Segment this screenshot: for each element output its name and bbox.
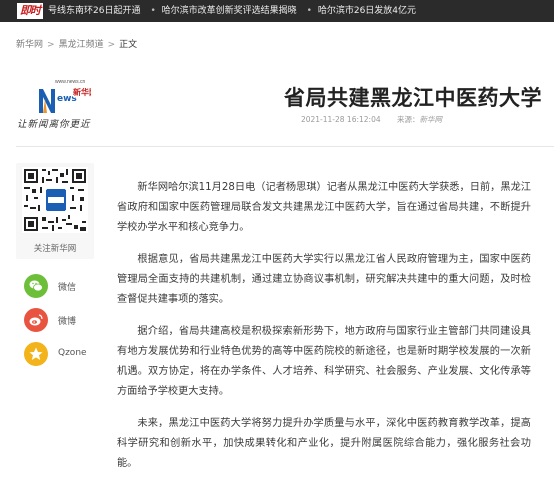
share-wechat-label: 微信 <box>58 283 77 293</box>
article-paragraph: 根据意见，省局共建黑龙江中医药大学实行以黑龙江省人民政府管理为主，国家中医药管理… <box>117 254 531 305</box>
ticker-items: 号线东南环26日起开通 • 哈尔滨市改革创新奖评选结果揭晓 • 哈尔滨市26日发放4… <box>48 0 426 22</box>
breadcrumb-separator: > <box>107 40 116 50</box>
breadcrumb-current: 正文 <box>119 40 138 50</box>
article-body: 新华网哈尔滨11月28日电（记者杨思琪）记者从黑龙江中医药大学获悉，日前，黑龙江… <box>117 178 531 486</box>
article-paragraph: 据介绍，省局共建高校是积极探索新形势下，地方政府与国家行业主管部门共同建设具有地… <box>117 326 531 397</box>
logo-url-text: www.news.cn <box>55 79 86 85</box>
ticker-item[interactable]: 号线东南环26日起开通 <box>48 0 140 22</box>
ticker-bullet-icon: • <box>306 6 312 16</box>
breadcrumb: 新华网 > 黑龙江频道 > 正文 <box>16 37 137 50</box>
source-label: 来源： <box>397 115 420 124</box>
qr-code-box: 关注新华网 <box>16 163 94 259</box>
ticker-bullet-icon: • <box>150 6 156 16</box>
qr-caption: 关注新华网 <box>33 244 77 254</box>
article-meta: 2021-11-28 16:12:04 来源：新华网 <box>301 114 442 125</box>
qzone-icon <box>24 342 48 366</box>
header-divider <box>16 146 554 147</box>
article-datetime: 2021-11-28 16:12:04 <box>300 115 381 124</box>
ticker-item[interactable]: 哈尔滨市26日发放4亿元 <box>318 0 416 22</box>
share-qzone-button[interactable]: Qzone <box>24 342 114 366</box>
site-logo[interactable]: www.news.cn ews 新华网 让新闻离你更近 <box>17 75 99 131</box>
share-weibo-button[interactable]: 微博 <box>24 308 114 332</box>
weibo-icon <box>24 308 48 332</box>
breadcrumb-channel[interactable]: 黑龙江频道 <box>59 40 104 50</box>
breadcrumb-separator: > <box>47 40 55 50</box>
article-paragraph: 未来，黑龙江中医药大学将努力提升办学质量与水平，深化中医药教育教学改革，提高科学… <box>117 418 531 469</box>
ticker-logo[interactable]: 即时 <box>17 3 43 19</box>
xinhua-logo-icon: www.news.cn ews 新华网 <box>39 79 91 113</box>
article-title: 省局共建黑龙江中医药大学 <box>284 86 542 110</box>
share-qzone-label: Qzone <box>58 348 87 358</box>
ticker-item[interactable]: 哈尔滨市改革创新奖评选结果揭晓 <box>162 0 297 22</box>
wechat-icon <box>24 274 48 298</box>
logo-slogan: 让新闻离你更近 <box>17 119 91 130</box>
article-source[interactable]: 新华网 <box>420 115 443 124</box>
share-weibo-label: 微博 <box>58 317 77 327</box>
share-wechat-button[interactable]: 微信 <box>24 274 114 298</box>
qr-code-icon <box>22 167 88 233</box>
article-paragraph: 新华网哈尔滨11月28日电（记者杨思琪）记者从黑龙江中医药大学获悉，日前，黑龙江… <box>117 182 531 233</box>
breadcrumb-home[interactable]: 新华网 <box>16 40 43 50</box>
logo-brand-text: 新华网 <box>73 87 91 97</box>
top-ticker-bar: 即时 号线东南环26日起开通 • 哈尔滨市改革创新奖评选结果揭晓 • 哈尔滨市26日… <box>0 0 554 22</box>
